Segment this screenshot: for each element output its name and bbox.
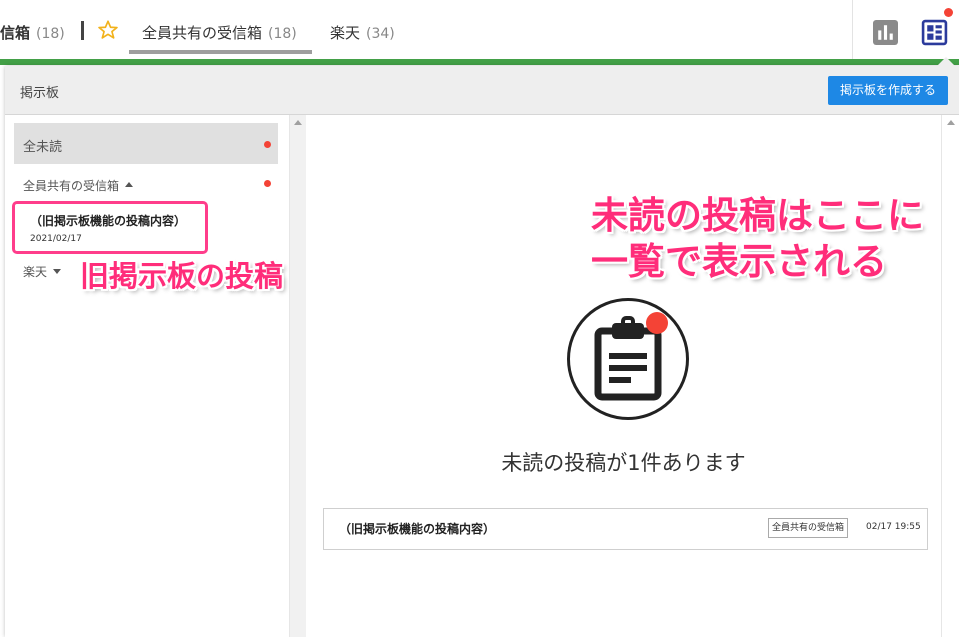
post-title: （旧掲示板機能の投稿内容） (30, 214, 187, 228)
sidebar-item-label: 楽天 (23, 265, 48, 279)
top-toolbar: 信箱 (18) 全員共有の受信箱 (18) 楽天 (34) (0, 0, 959, 60)
unread-badge-dot (646, 312, 668, 334)
annotation-line: 一覧で表示される (591, 240, 887, 283)
annotation-line: 未読の投稿はここに (591, 194, 924, 237)
main-scrollbar[interactable] (941, 115, 959, 637)
tab-inbox[interactable]: 信箱 (18) (0, 22, 65, 43)
caret-up-icon (125, 182, 134, 187)
tab-separator (81, 21, 84, 40)
board-panel: 掲示板 掲示板を作成する 全未読 全員共有の受信箱 （旧掲示板機能の投稿内容） … (5, 66, 959, 637)
sidebar-item-all-unread[interactable]: 全未読 (14, 123, 278, 164)
caret-down-icon (53, 269, 62, 274)
panel-title: 掲示板 (20, 86, 60, 101)
tab-shared-inbox-count: (18) (268, 26, 297, 42)
unread-count-message: 未読の投稿が1件あります (501, 451, 746, 475)
board-sidebar: 全未読 全員共有の受信箱 （旧掲示板機能の投稿内容） 2021/02/17 楽天… (5, 115, 289, 637)
post-date: 2021/02/17 (30, 234, 82, 244)
tab-inbox-count: (18) (36, 26, 65, 42)
sidebar-item-shared-inbox[interactable]: 全員共有の受信箱 (23, 177, 134, 194)
clipboard-icon-circle (567, 298, 689, 420)
inbox-tag: 全員共有の受信箱 (768, 518, 849, 538)
toolbar-divider (852, 0, 853, 60)
accent-bar (0, 59, 959, 65)
active-tab-underline (129, 50, 312, 54)
post-timestamp: 02/17 19:55 (866, 522, 921, 532)
sidebar-scrollbar[interactable] (289, 115, 307, 637)
tab-shared-inbox[interactable]: 全員共有の受信箱 (18) (142, 22, 297, 43)
scroll-up-arrow[interactable] (294, 120, 302, 125)
tab-rakuten-label: 楽天 (330, 24, 361, 42)
panel-header: 掲示板 掲示板を作成する (5, 66, 959, 115)
tab-inbox-label: 信箱 (0, 24, 31, 42)
bar-chart-icon[interactable] (873, 20, 898, 45)
post-title: （旧掲示板機能の投稿内容） (339, 522, 496, 536)
create-board-button[interactable]: 掲示板を作成する (828, 76, 948, 105)
sidebar-item-label: 全未読 (23, 140, 63, 155)
unread-post-row[interactable]: （旧掲示板機能の投稿内容） 全員共有の受信箱 02/17 19:55 (323, 508, 928, 550)
tab-rakuten-count: (34) (366, 26, 395, 42)
star-icon[interactable] (97, 19, 119, 41)
unread-dot (264, 180, 271, 187)
annotation-old-board: 旧掲示板の投稿 (80, 259, 284, 293)
annotation-unread-list: 未読の投稿はここに 一覧で表示される (591, 193, 924, 285)
board-icon[interactable] (921, 19, 948, 46)
sidebar-item-label: 全員共有の受信箱 (23, 179, 120, 193)
popover-caret (937, 57, 955, 66)
tab-shared-inbox-label: 全員共有の受信箱 (142, 24, 263, 42)
scroll-up-arrow[interactable] (947, 120, 955, 125)
clipboard-icon (594, 316, 662, 401)
unread-dot (264, 141, 271, 148)
notification-dot (944, 8, 953, 17)
sidebar-item-rakuten[interactable]: 楽天 (23, 263, 62, 280)
board-main: 未読の投稿はここに 一覧で表示される 未読の投稿が1件あります （旧掲示板機能の… (306, 115, 941, 637)
sidebar-post-item[interactable]: （旧掲示板機能の投稿内容） 2021/02/17 (12, 201, 208, 254)
tab-rakuten[interactable]: 楽天 (34) (330, 22, 395, 43)
